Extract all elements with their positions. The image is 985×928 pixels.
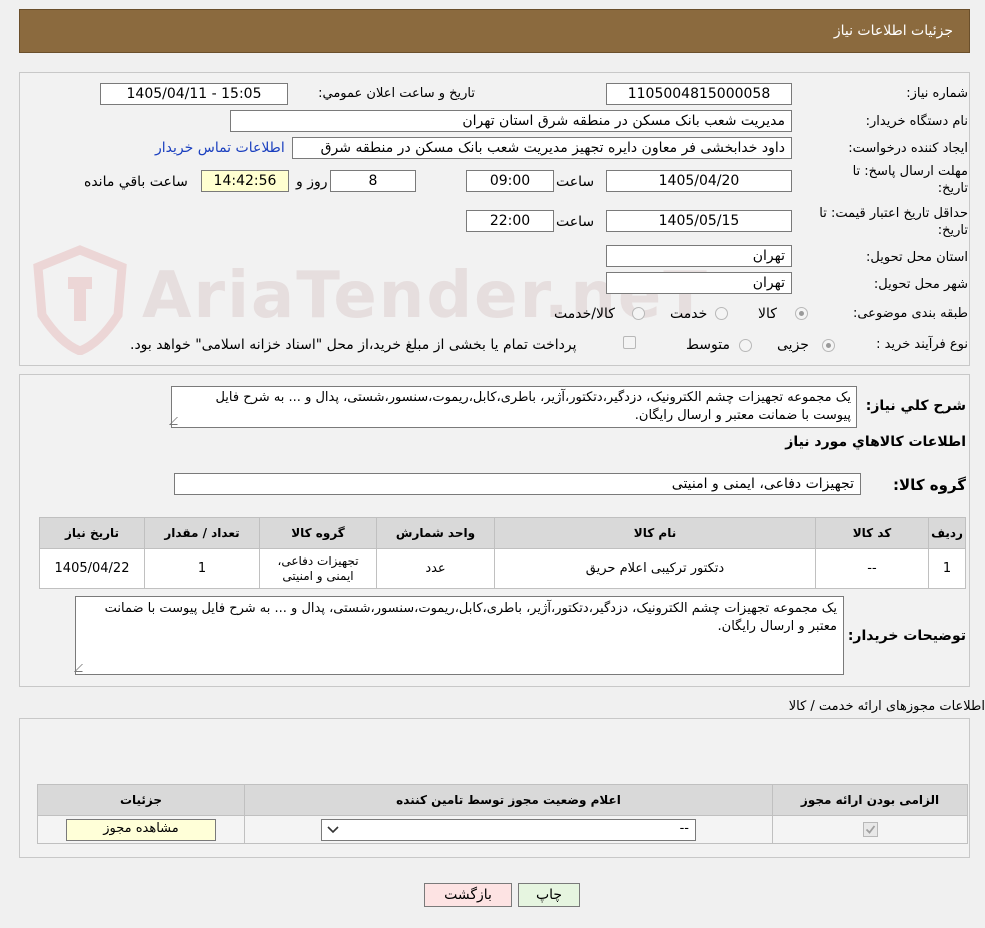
- creator-field: داود خدابخشی فر معاون دایره تجهیز مدیریت…: [292, 137, 792, 159]
- cell-date: 1405/04/22: [39, 548, 145, 589]
- deadline-time-field: 09:00: [466, 170, 554, 192]
- lic-col-required: الزامی بودن ارائه مجوز: [772, 784, 968, 816]
- payment-checkbox[interactable]: [623, 336, 636, 349]
- creator-label: ايجاد کننده درخواست:: [848, 141, 968, 156]
- goods-table-wrap: رديف کد کالا نام کالا واحد شمارش گروه کا…: [39, 517, 966, 589]
- buyer-org-field: مدیریت شعب بانک مسکن در منطقه شرق استان …: [230, 110, 792, 132]
- validity-time-field: 22:00: [466, 210, 554, 232]
- process-medium-radio[interactable]: [739, 339, 752, 352]
- category-service-label: خدمت: [670, 306, 708, 322]
- category-goods-radio[interactable]: [795, 307, 808, 320]
- col-code: کد کالا: [815, 517, 929, 549]
- description-textarea[interactable]: یک مجموعه تجهیزات چشم الکترونیک، دزدگیر،…: [171, 386, 857, 428]
- process-medium-label: متوسط: [686, 337, 730, 353]
- category-label: طبقه بندی موضوعی:: [852, 306, 968, 321]
- buyer-org-label: نام دستگاه خريدار:: [865, 114, 968, 129]
- process-label: نوع فرآیند خرید :: [876, 337, 968, 352]
- description-label: شرح کلي نياز:: [865, 398, 966, 414]
- col-group: گروه کالا: [259, 517, 377, 549]
- lic-cell-details: مشاهده مجوز: [37, 815, 245, 844]
- category-goods-service-label: کالا/خدمت: [554, 306, 615, 322]
- cell-row: 1: [928, 548, 966, 589]
- col-row: رديف: [928, 517, 966, 549]
- cell-group: تجهیزات دفاعی، ایمنی و امنیتی: [259, 548, 377, 589]
- chevron-down-icon: [327, 825, 339, 833]
- print-button[interactable]: چاپ: [518, 883, 580, 907]
- province-label: استان محل تحویل:: [866, 250, 968, 265]
- watermark-text: AriaTender.neT: [142, 259, 709, 333]
- goods-group-label: گروه کالا:: [893, 476, 966, 494]
- table-row: 1 -- دتکتور ترکیبی اعلام حریق عدد تجهیزا…: [39, 548, 966, 589]
- buyer-notes-label: توضیحات خریدار:: [847, 628, 966, 644]
- announce-label: تاريخ و ساعت اعلان عمومي:: [318, 86, 475, 101]
- goods-section-title: اطلاعات کالاهاي مورد نياز: [785, 434, 966, 450]
- col-qty: تعداد / مقدار: [144, 517, 260, 549]
- goods-group-field: تجهیزات دفاعی، ایمنی و امنیتی: [174, 473, 861, 495]
- licenses-table-wrap: الزامی بودن ارائه مجوز اعلام وضعیت مجوز …: [37, 784, 968, 844]
- cell-code: --: [815, 548, 929, 589]
- description-text: یک مجموعه تجهیزات چشم الکترونیک، دزدگیر،…: [215, 390, 851, 423]
- contact-link[interactable]: اطلاعات تماس خریدار: [155, 140, 285, 156]
- validity-date-field: 1405/05/15: [606, 210, 792, 232]
- buyer-notes-text: یک مجموعه تجهیزات چشم الکترونیک، دزدگیر،…: [104, 601, 837, 634]
- deadline-date-field: 1405/04/20: [606, 170, 792, 192]
- remaining-label: ساعت باقي مانده: [84, 174, 188, 190]
- lic-cell-required: [772, 815, 968, 844]
- licenses-section-title: اطلاعات مجوزهای ارائه خدمت / کالا: [788, 699, 985, 714]
- cell-name: دتکتور ترکیبی اعلام حریق: [494, 548, 816, 589]
- validity-label-2: تاریخ:: [937, 223, 968, 238]
- view-license-button[interactable]: مشاهده مجوز: [66, 818, 216, 841]
- lic-col-details: جزئیات: [37, 784, 245, 816]
- days-label: روز و: [296, 174, 328, 190]
- page-header: جزئیات اطلاعات نیاز: [19, 9, 970, 53]
- need-number-label: شماره نیاز:: [906, 86, 968, 101]
- deadline-label: مهلت ارسال پاسخ: تا: [852, 164, 968, 179]
- check-icon: [865, 825, 875, 834]
- lic-col-status: اعلام وضعیت مجوز توسط تامین کننده: [244, 784, 773, 816]
- category-service-radio[interactable]: [715, 307, 728, 320]
- buyer-notes-textarea[interactable]: یک مجموعه تجهیزات چشم الکترونیک، دزدگیر،…: [75, 596, 844, 675]
- cell-qty: 1: [144, 548, 260, 589]
- need-number-field: 1105004815000058: [606, 83, 792, 105]
- goods-table: رديف کد کالا نام کالا واحد شمارش گروه کا…: [39, 517, 966, 589]
- announce-field: 1405/04/11 - 15:05: [100, 83, 288, 105]
- deadline-time-label: ساعت: [556, 174, 595, 190]
- watermark-shield-icon: [33, 245, 127, 355]
- page-title: جزئیات اطلاعات نیاز: [833, 23, 953, 39]
- category-goods-service-radio[interactable]: [632, 307, 645, 320]
- col-date: تاریخ نیاز: [39, 517, 145, 549]
- deadline-label-2: تاریخ:: [937, 181, 968, 196]
- validity-time-label: ساعت: [556, 214, 595, 230]
- cell-unit: عدد: [376, 548, 495, 589]
- city-label: شهر محل تحویل:: [873, 277, 968, 292]
- category-goods-label: کالا: [758, 306, 777, 322]
- back-button[interactable]: بازگشت: [424, 883, 512, 907]
- license-status-value: --: [679, 820, 689, 836]
- table-row: -- مشاهده مجوز: [37, 815, 968, 844]
- days-field: 8: [330, 170, 416, 192]
- payment-note: پرداخت تمام یا بخشی از مبلغ خرید،از محل …: [130, 337, 577, 353]
- remaining-time-field: 14:42:56: [201, 170, 289, 192]
- city-field: تهران: [606, 272, 792, 294]
- process-minor-label: جزیی: [777, 337, 809, 353]
- col-unit: واحد شمارش: [376, 517, 495, 549]
- licenses-table: الزامی بودن ارائه مجوز اعلام وضعیت مجوز …: [37, 784, 968, 844]
- required-checkbox[interactable]: [862, 822, 878, 837]
- validity-label: حداقل تاريخ اعتبار قيمت: تا: [819, 206, 968, 221]
- license-status-select[interactable]: --: [321, 818, 696, 841]
- lic-cell-status: --: [244, 815, 773, 844]
- process-minor-radio[interactable]: [822, 339, 835, 352]
- col-name: نام کالا: [494, 517, 816, 549]
- province-field: تهران: [606, 245, 792, 267]
